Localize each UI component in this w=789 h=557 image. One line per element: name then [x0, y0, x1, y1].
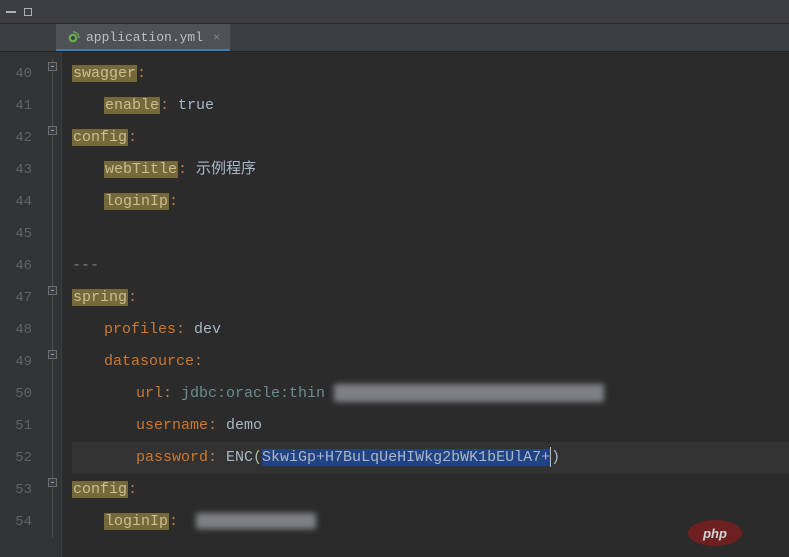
close-icon[interactable]: ×: [213, 31, 220, 45]
code-line[interactable]: ---: [72, 250, 789, 282]
minimize-icon[interactable]: [6, 11, 16, 13]
code-line[interactable]: [72, 218, 789, 250]
yaml-key: url: [136, 385, 163, 402]
code-line[interactable]: loginIp:: [72, 186, 789, 218]
yaml-key: loginIp: [104, 193, 169, 210]
line-number: 44: [0, 186, 44, 218]
code-line[interactable]: enable: true: [72, 90, 789, 122]
yaml-value: true: [178, 97, 214, 114]
code-area[interactable]: swagger: enable: true config: webTitle: …: [62, 52, 789, 557]
line-number: 43: [0, 154, 44, 186]
line-number: 51: [0, 410, 44, 442]
yaml-key: loginIp: [104, 513, 169, 530]
line-number: 45: [0, 218, 44, 250]
yaml-value: demo: [226, 417, 262, 434]
yaml-key: webTitle: [104, 161, 178, 178]
code-line[interactable]: username: demo: [72, 410, 789, 442]
svg-text:php: php: [702, 526, 727, 541]
code-editor[interactable]: 40 41 42 43 44 45 46 47 48 49 50 51 52 5…: [0, 52, 789, 557]
line-number: 41: [0, 90, 44, 122]
fold-toggle-icon[interactable]: [48, 286, 57, 295]
editor-tabbar: application.yml ×: [0, 24, 789, 52]
line-number: 40: [0, 58, 44, 90]
doc-separator: ---: [72, 257, 99, 274]
line-number: 48: [0, 314, 44, 346]
fold-toggle-icon[interactable]: [48, 62, 57, 71]
code-line[interactable]: webTitle: 示例程序: [72, 154, 789, 186]
watermark-logo: php: [687, 519, 765, 547]
code-line-current[interactable]: password: ENC(SkwiGp+H7BuLqUeHIWkg2bWK1b…: [72, 442, 789, 474]
yaml-key: spring: [72, 289, 128, 306]
line-number: 50: [0, 378, 44, 410]
yaml-key: username: [136, 417, 208, 434]
yaml-key: password: [136, 449, 208, 466]
line-number-gutter: 40 41 42 43 44 45 46 47 48 49 50 51 52 5…: [0, 52, 44, 557]
yaml-key: enable: [104, 97, 160, 114]
yaml-key: config: [72, 129, 128, 146]
code-line[interactable]: config:: [72, 122, 789, 154]
yaml-key: config: [72, 481, 128, 498]
yaml-file-icon: [66, 31, 80, 45]
code-line[interactable]: config:: [72, 474, 789, 506]
restore-icon[interactable]: [24, 8, 32, 16]
line-number: 47: [0, 282, 44, 314]
code-line[interactable]: url: jdbc:oracle:thin: [72, 378, 789, 410]
redacted-text: [196, 513, 316, 529]
fold-toggle-icon[interactable]: [48, 478, 57, 487]
yaml-value: 示例程序: [196, 161, 256, 178]
yaml-key: profiles: [104, 321, 176, 338]
line-number: 52: [0, 442, 44, 474]
window-toolbar: [0, 0, 789, 24]
yaml-key: datasource: [104, 353, 194, 370]
line-number: 49: [0, 346, 44, 378]
line-number: 54: [0, 506, 44, 538]
code-line[interactable]: datasource:: [72, 346, 789, 378]
yaml-value: dev: [194, 321, 221, 338]
yaml-value: jdbc:oracle:thin: [181, 385, 325, 402]
yaml-key: swagger: [72, 65, 137, 82]
code-line[interactable]: spring:: [72, 282, 789, 314]
fold-toggle-icon[interactable]: [48, 350, 57, 359]
redacted-text: [334, 384, 604, 402]
code-line[interactable]: swagger:: [72, 58, 789, 90]
line-number: 53: [0, 474, 44, 506]
fold-toggle-icon[interactable]: [48, 126, 57, 135]
tab-label: application.yml: [86, 30, 203, 45]
line-number: 46: [0, 250, 44, 282]
code-line[interactable]: profiles: dev: [72, 314, 789, 346]
code-line[interactable]: loginIp:: [72, 506, 789, 538]
line-number: 42: [0, 122, 44, 154]
tab-application-yml[interactable]: application.yml ×: [56, 24, 230, 51]
selected-text: SkwiGp+H7BuLqUeHIWkg2bWK1bEUlA7+: [262, 449, 550, 466]
fold-gutter: [44, 52, 62, 557]
